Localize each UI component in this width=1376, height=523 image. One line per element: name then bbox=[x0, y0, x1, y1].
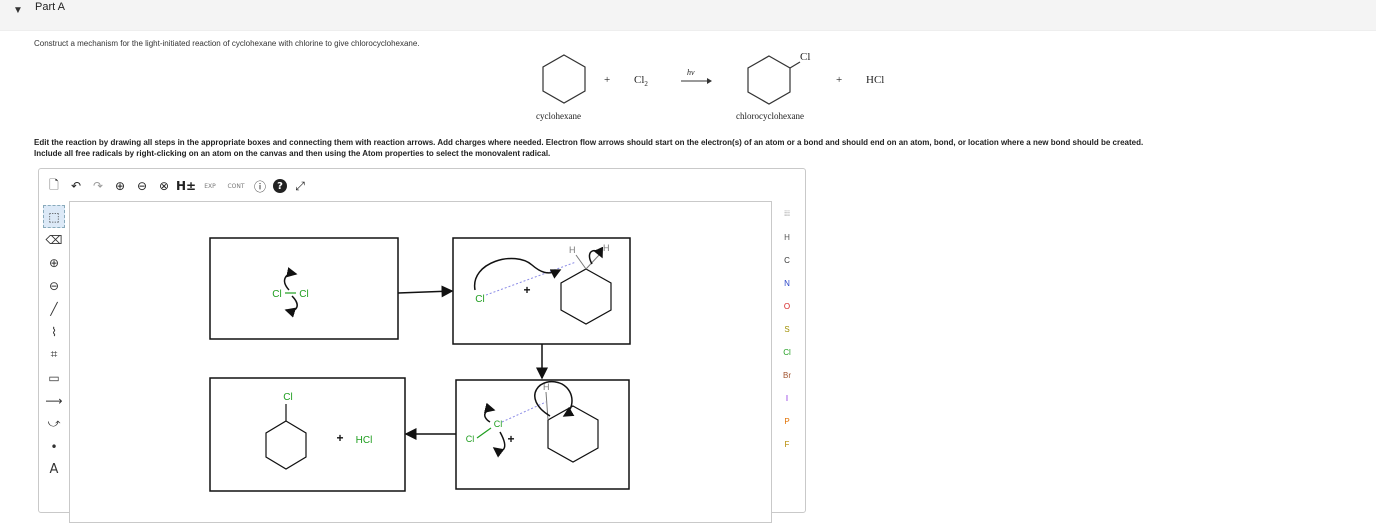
step4-hcl: HCl bbox=[356, 435, 373, 446]
chain-tool-icon[interactable]: ⌇ bbox=[43, 320, 65, 343]
single-bond-icon[interactable]: ╱ bbox=[43, 297, 65, 320]
step1-cl-right: Cl bbox=[299, 289, 308, 300]
atom-f-button[interactable]: F bbox=[772, 433, 802, 456]
electron-arrow-1b bbox=[284, 295, 298, 318]
undo-icon[interactable]: ↶ bbox=[67, 177, 85, 195]
template-tool-icon[interactable]: ⌗ bbox=[43, 343, 65, 366]
editor-toolbar: 🗋 ↶ ↷ ⊕ ⊖ ⊗ H± EXP CONT ⓘ ? ⤢ bbox=[45, 176, 309, 196]
atom-o-button[interactable]: O bbox=[772, 295, 802, 318]
atom-s-button[interactable]: S bbox=[772, 318, 802, 341]
add-hydrogens-button[interactable]: H± bbox=[176, 177, 196, 195]
negative-charge-icon[interactable]: ⊖ bbox=[43, 274, 65, 297]
step2-ch-bond-2 bbox=[585, 253, 601, 270]
zoom-in-icon[interactable]: ⊕ bbox=[111, 177, 129, 195]
instructions-line-1: Edit the reaction by drawing all steps i… bbox=[34, 138, 1144, 147]
reaction-arrow-head bbox=[707, 78, 712, 84]
step1-cl-left: Cl bbox=[272, 289, 281, 300]
plus-sign: + bbox=[604, 74, 611, 86]
positive-charge-icon[interactable]: ⊕ bbox=[43, 251, 65, 274]
step2-h-2: H bbox=[603, 243, 610, 253]
redo-icon[interactable]: ↷ bbox=[89, 177, 107, 195]
step3-ch-bond bbox=[545, 391, 549, 421]
step2-dashed-bond bbox=[485, 261, 577, 296]
step4-cyclohexane bbox=[265, 420, 307, 470]
reactant-label: cyclohexane bbox=[536, 111, 581, 121]
rectangle-tool-icon[interactable]: ▭ bbox=[43, 366, 65, 389]
step2-cyclohexane bbox=[560, 268, 612, 325]
step2-plus: + bbox=[523, 283, 530, 297]
byproduct-hcl: HCl bbox=[866, 74, 885, 86]
periodic-table-icon[interactable]: ⁞⁞⁞ bbox=[772, 203, 802, 226]
reagent-symbol: Cl bbox=[634, 74, 645, 86]
reagent-cl2: Cl2 bbox=[634, 74, 648, 88]
expand-button[interactable]: EXP bbox=[199, 177, 221, 195]
select-tool-icon[interactable]: ⬚ bbox=[43, 205, 65, 228]
new-document-icon[interactable]: 🗋 bbox=[45, 177, 63, 195]
atom-palette: ⁞⁞⁞ H C N O S Cl Br I P F bbox=[772, 203, 802, 456]
question-prompt: Construct a mechanism for the light-init… bbox=[34, 39, 420, 48]
reaction-arrow-icon[interactable]: ⟶ bbox=[43, 389, 65, 412]
zoom-out-icon[interactable]: ⊖ bbox=[133, 177, 151, 195]
atom-cl-button[interactable]: Cl bbox=[772, 341, 802, 364]
contract-button[interactable]: CONT bbox=[225, 177, 247, 195]
radical-dot-icon[interactable]: • bbox=[43, 435, 65, 458]
atom-h-button[interactable]: H bbox=[772, 226, 802, 249]
atom-i-button[interactable]: I bbox=[772, 387, 802, 410]
product-label: chlorocyclohexane bbox=[736, 111, 804, 121]
mechanism-drawing: Cl Cl Cl + H H Cl Cl + H Cl + HCl bbox=[209, 237, 631, 492]
step-box-2[interactable] bbox=[452, 237, 631, 345]
instructions: Edit the reaction by drawing all steps i… bbox=[34, 137, 1376, 159]
step3-cl-right: Cl bbox=[494, 419, 503, 429]
atom-n-button[interactable]: N bbox=[772, 272, 802, 295]
reagent-subscript: 2 bbox=[644, 80, 648, 89]
atom-label-icon[interactable]: A bbox=[43, 458, 65, 481]
atom-p-button[interactable]: P bbox=[772, 410, 802, 433]
step-box-4[interactable] bbox=[209, 377, 406, 492]
fullscreen-icon[interactable]: ⤢ bbox=[291, 177, 309, 195]
atom-c-button[interactable]: C bbox=[772, 249, 802, 272]
step3-cl-left: Cl bbox=[466, 434, 475, 444]
left-toolbar: ⬚ ⌫ ⊕ ⊖ ╱ ⌇ ⌗ ▭ ⟶ ⤻ • A bbox=[43, 205, 65, 481]
eraser-tool-icon[interactable]: ⌫ bbox=[43, 228, 65, 251]
step2-cl-radical: Cl bbox=[475, 294, 484, 305]
electron-flow-arrow-icon[interactable]: ⤻ bbox=[43, 412, 65, 435]
reaction-structures bbox=[542, 54, 801, 105]
step2-electron-arrow-2 bbox=[588, 246, 604, 265]
reaction-scheme: + Cl2 hν Cl + HCl cyclohexane chlorocycl… bbox=[530, 46, 900, 128]
plus-sign-2: + bbox=[836, 74, 843, 86]
cyclohexane-ring bbox=[542, 54, 586, 104]
product-substituent-label: Cl bbox=[800, 51, 811, 63]
zoom-fit-icon[interactable]: ⊗ bbox=[155, 177, 173, 195]
step3-plus: + bbox=[507, 432, 514, 446]
step2-ch-bond-1 bbox=[575, 254, 587, 270]
reaction-arrow-1[interactable] bbox=[397, 285, 454, 298]
collapse-caret-icon[interactable]: ▼ bbox=[13, 5, 23, 16]
reaction-condition: hν bbox=[687, 68, 695, 77]
step2-h-1: H bbox=[569, 245, 576, 255]
step3-cyclohexane bbox=[547, 405, 599, 463]
help-icon[interactable]: ? bbox=[273, 179, 287, 193]
step4-plus: + bbox=[336, 431, 343, 445]
part-a-header[interactable]: ▼ Part A bbox=[0, 0, 1376, 31]
step3-dashed-bond bbox=[501, 401, 547, 423]
info-icon[interactable]: ⓘ bbox=[251, 177, 269, 195]
step3-electron-arrow-2 bbox=[483, 402, 496, 423]
instructions-line-2: Include all free radicals by right-click… bbox=[34, 149, 551, 158]
electron-arrow-1a bbox=[283, 267, 298, 291]
step3-electron-arrow-1 bbox=[534, 381, 575, 417]
step2-electron-arrow-1 bbox=[474, 257, 562, 291]
step3-cl-cl-bond bbox=[476, 427, 492, 439]
atom-br-button[interactable]: Br bbox=[772, 364, 802, 387]
part-title: Part A bbox=[35, 1, 65, 13]
structure-editor: 🗋 ↶ ↷ ⊕ ⊖ ⊗ H± EXP CONT ⓘ ? ⤢ ⬚ ⌫ ⊕ ⊖ ╱ … bbox=[38, 168, 806, 523]
step4-cl: Cl bbox=[283, 392, 292, 403]
step3-electron-arrow-3 bbox=[492, 431, 506, 458]
chlorocyclohexane-ring bbox=[747, 55, 791, 105]
drawing-canvas[interactable]: Cl Cl Cl + H H Cl Cl + H Cl + HCl bbox=[69, 201, 772, 523]
c-cl-bond bbox=[789, 61, 801, 69]
